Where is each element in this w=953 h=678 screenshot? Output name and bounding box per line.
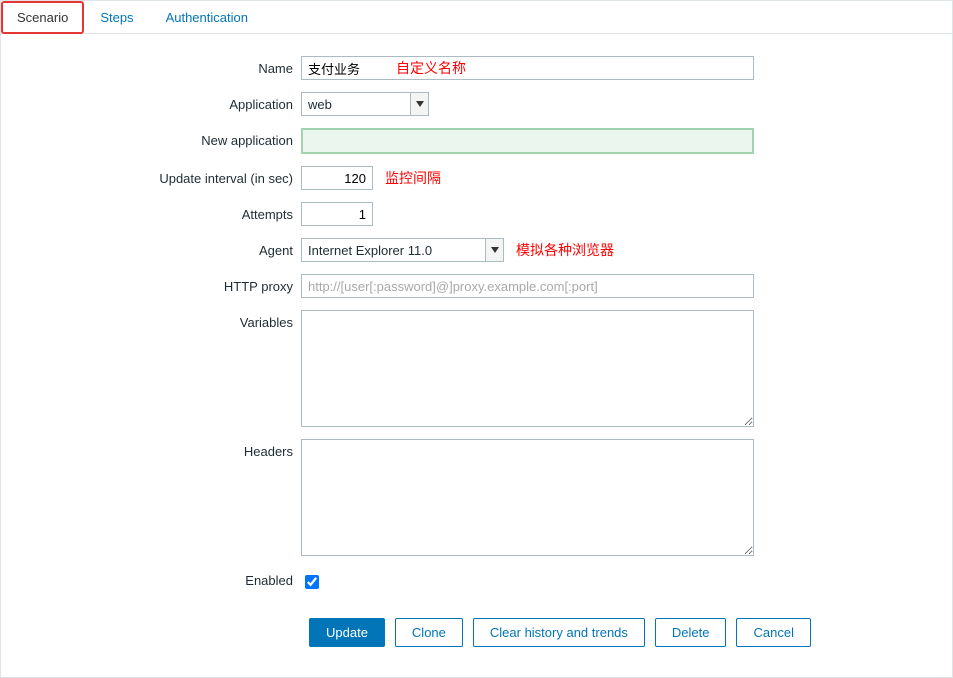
application-select[interactable]: web bbox=[301, 92, 429, 116]
label-enabled: Enabled bbox=[1, 568, 301, 588]
scenario-form-panel: Scenario Steps Authentication Name 自定义名称… bbox=[0, 0, 953, 678]
label-name: Name bbox=[1, 56, 301, 76]
tab-scenario[interactable]: Scenario bbox=[1, 1, 84, 34]
annotation-agent: 模拟各种浏览器 bbox=[516, 240, 614, 260]
cancel-button[interactable]: Cancel bbox=[736, 618, 810, 647]
dropdown-arrow-icon bbox=[485, 239, 503, 261]
clear-history-button[interactable]: Clear history and trends bbox=[473, 618, 645, 647]
update-interval-input[interactable] bbox=[301, 166, 373, 190]
tab-steps[interactable]: Steps bbox=[84, 1, 149, 34]
enabled-checkbox[interactable] bbox=[305, 575, 319, 589]
annotation-update-interval: 监控间隔 bbox=[385, 168, 441, 188]
agent-select-value: Internet Explorer 11.0 bbox=[302, 239, 485, 261]
form-body: Name 自定义名称 Application web New applicati… bbox=[1, 34, 952, 647]
agent-select[interactable]: Internet Explorer 11.0 bbox=[301, 238, 504, 262]
name-input[interactable] bbox=[301, 56, 754, 80]
label-application: Application bbox=[1, 92, 301, 112]
label-new-application: New application bbox=[1, 128, 301, 148]
label-agent: Agent bbox=[1, 238, 301, 258]
tab-authentication[interactable]: Authentication bbox=[150, 1, 264, 34]
variables-textarea[interactable] bbox=[301, 310, 754, 427]
label-variables: Variables bbox=[1, 310, 301, 330]
label-http-proxy: HTTP proxy bbox=[1, 274, 301, 294]
update-button[interactable]: Update bbox=[309, 618, 385, 647]
label-headers: Headers bbox=[1, 439, 301, 459]
http-proxy-input[interactable] bbox=[301, 274, 754, 298]
tab-bar: Scenario Steps Authentication bbox=[1, 1, 952, 34]
label-attempts: Attempts bbox=[1, 202, 301, 222]
annotation-name: 自定义名称 bbox=[396, 58, 466, 78]
attempts-input[interactable] bbox=[301, 202, 373, 226]
headers-textarea[interactable] bbox=[301, 439, 754, 556]
application-select-value: web bbox=[302, 93, 410, 115]
new-application-input[interactable] bbox=[301, 128, 754, 154]
button-bar: Update Clone Clear history and trends De… bbox=[309, 618, 952, 647]
clone-button[interactable]: Clone bbox=[395, 618, 463, 647]
delete-button[interactable]: Delete bbox=[655, 618, 727, 647]
label-update-interval: Update interval (in sec) bbox=[1, 166, 301, 186]
dropdown-arrow-icon bbox=[410, 93, 428, 115]
